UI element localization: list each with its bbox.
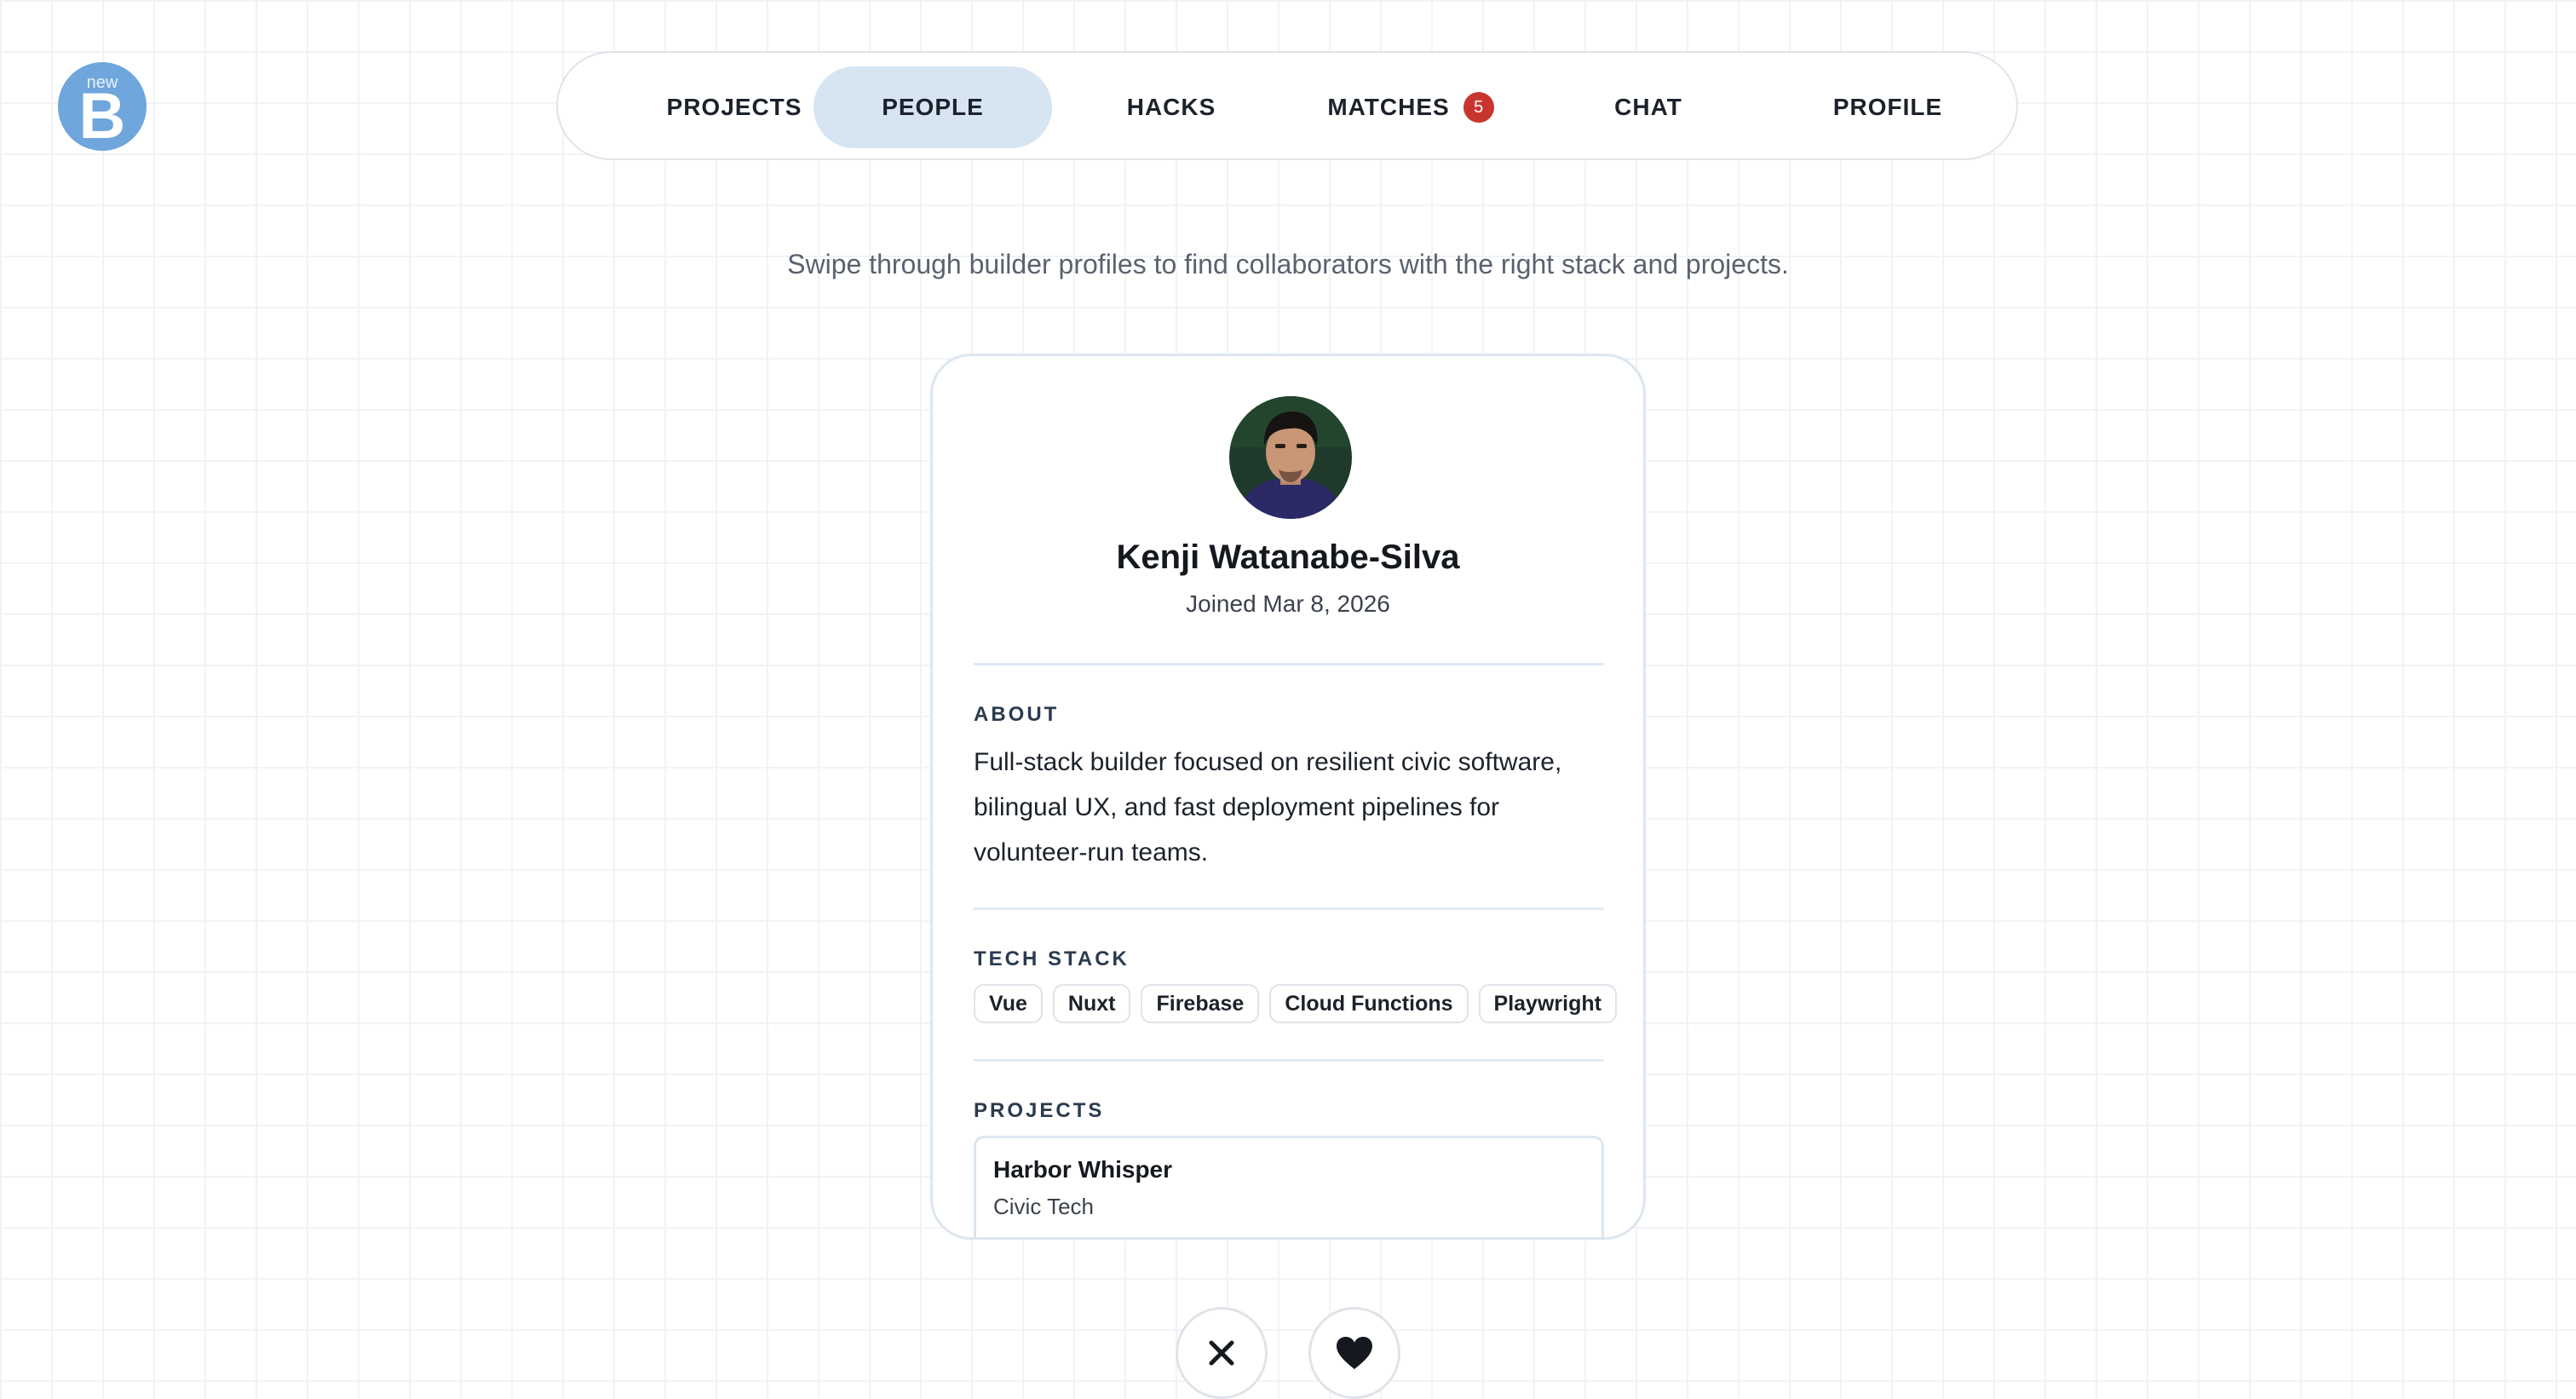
tab-projects-label: PROJECTS — [666, 94, 802, 120]
about-text: Full-stack builder focused on resilient … — [974, 748, 1562, 866]
tab-people[interactable]: PEOPLE — [814, 66, 1052, 148]
tab-hacks-label: HACKS — [1126, 94, 1216, 120]
tech-stack-list: Vue Nuxt Firebase Cloud Functions Playwr… — [974, 984, 1617, 1023]
tech-stack-label: TECH STACK — [974, 947, 1130, 970]
like-button[interactable] — [1308, 1307, 1400, 1399]
tech-chip: Firebase — [1141, 984, 1260, 1023]
tab-profile[interactable]: PROFILE — [1768, 66, 2007, 148]
tech-chip: Nuxt — [1052, 984, 1131, 1023]
close-icon — [1209, 1340, 1234, 1366]
joined-date: Joined Mar 8, 2026 — [1186, 590, 1390, 617]
tab-profile-label: PROFILE — [1832, 94, 1943, 120]
tech-chip: Cloud Functions — [1269, 984, 1469, 1023]
tab-hacks[interactable]: HACKS — [1052, 66, 1291, 148]
tech-chip: Vue — [974, 984, 1043, 1023]
projects-label: PROJECTS — [974, 1099, 1105, 1122]
project-item[interactable]: Harbor Whisper Civic Tech — [974, 1136, 1604, 1237]
tab-matches[interactable]: MATCHES 5 — [1291, 66, 1530, 148]
app-logo[interactable]: new B — [58, 62, 147, 151]
divider — [974, 663, 1604, 665]
tab-matches-label: MATCHES — [1327, 94, 1450, 120]
avatar — [1229, 396, 1352, 519]
about-label: ABOUT — [974, 703, 1060, 726]
profile-name: Kenji Watanabe-Silva — [1116, 538, 1460, 576]
tab-chat[interactable]: CHAT — [1529, 66, 1768, 148]
matches-count-badge: 5 — [1463, 92, 1494, 123]
main-nav: PROJECTS PEOPLE HACKS MATCHES 5 CHAT PRO… — [556, 51, 2018, 160]
tab-people-label: PEOPLE — [882, 94, 984, 120]
divider — [974, 907, 1604, 910]
tech-chip: Playwright — [1478, 984, 1617, 1023]
project-title: Harbor Whisper — [993, 1156, 1173, 1183]
tab-chat-label: CHAT — [1614, 94, 1682, 120]
project-category: Civic Tech — [993, 1194, 1095, 1219]
user-photo-icon — [1229, 396, 1352, 519]
divider — [974, 1059, 1604, 1062]
profile-card[interactable]: Kenji Watanabe-Silva Joined Mar 8, 2026 … — [930, 354, 1646, 1240]
heart-icon — [1337, 1337, 1372, 1369]
pass-button[interactable] — [1176, 1307, 1268, 1399]
logo-letter: B — [78, 80, 126, 153]
page-subtitle: Swipe through builder profiles to find c… — [787, 249, 1789, 279]
